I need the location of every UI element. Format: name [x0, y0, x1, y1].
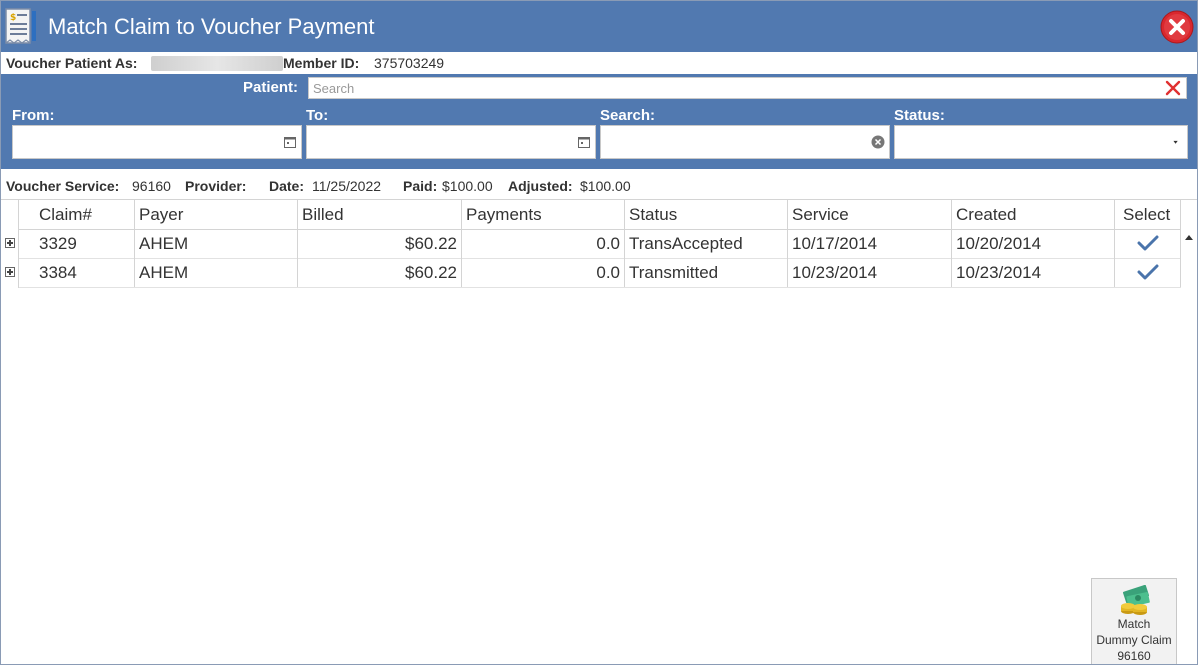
payer-cell: AHEM — [135, 229, 298, 258]
match-button-line2: Dummy Claim — [1096, 633, 1172, 647]
select-cell — [1115, 229, 1181, 258]
claim-cell: 3329 — [19, 229, 135, 258]
table-row[interactable]: 3329 AHEM $60.22 0.0 TransAccepted 10/17… — [19, 229, 1181, 259]
column-header-claim[interactable]: Claim# — [19, 200, 135, 229]
date-value: 11/25/2022 — [312, 178, 382, 194]
close-icon[interactable] — [1160, 10, 1194, 44]
status-label: Status: — [894, 107, 945, 124]
voucher-patient-info: Voucher Patient As: Member ID: 375703249 — [1, 52, 1197, 74]
member-id-label: Member ID: — [283, 55, 360, 71]
match-button-line1: Match — [1117, 617, 1151, 631]
provider-label: Provider: — [185, 178, 247, 194]
adjusted-label: Adjusted: — [508, 178, 573, 194]
redacted-patient-name — [151, 56, 283, 71]
claims-grid: Claim# Payer Billed Payments Status Serv… — [1, 199, 1197, 664]
money-icon — [1121, 585, 1150, 615]
date-label: Date: — [269, 178, 305, 194]
title-bar: $ Match Claim to Voucher Payment — [1, 1, 1197, 52]
receipt-icon: $ — [5, 8, 36, 44]
column-header-billed[interactable]: Billed — [298, 200, 462, 229]
created-cell: 10/23/2014 — [952, 258, 1115, 287]
calendar-icon[interactable] — [577, 135, 591, 149]
match-dummy-claim-button[interactable]: Match Dummy Claim 96160 — [1091, 578, 1177, 664]
payments-cell: 0.0 — [462, 229, 625, 258]
payer-cell: AHEM — [135, 258, 298, 287]
checkmark-icon[interactable] — [1137, 263, 1159, 281]
voucher-service-value: 96160 — [132, 178, 171, 194]
column-header-created[interactable]: Created — [952, 200, 1115, 229]
calendar-icon[interactable] — [283, 135, 297, 149]
status-cell: Transmitted — [625, 258, 788, 287]
to-date-field[interactable] — [306, 125, 596, 159]
search-label: Search: — [600, 107, 656, 124]
clear-x-icon[interactable] — [1164, 79, 1182, 97]
expand-row-icon[interactable] — [5, 267, 15, 277]
table-row[interactable]: 3384 AHEM $60.22 0.0 Transmitted 10/23/2… — [19, 258, 1181, 288]
search-field[interactable] — [600, 125, 890, 159]
window-title: Match Claim to Voucher Payment — [48, 14, 375, 39]
status-cell: TransAccepted — [625, 229, 788, 258]
voucher-patient-label: Voucher Patient As: — [6, 55, 138, 71]
to-label: To: — [306, 107, 329, 124]
billed-cell: $60.22 — [298, 229, 462, 258]
billed-cell: $60.22 — [298, 258, 462, 287]
svg-text:$: $ — [10, 13, 16, 23]
from-date-field[interactable] — [12, 125, 302, 159]
grid-header: Claim# Payer Billed Payments Status Serv… — [19, 200, 1181, 230]
patient-label: Patient: — [243, 79, 299, 96]
column-header-payer[interactable]: Payer — [135, 200, 298, 229]
paid-label: Paid: — [403, 178, 438, 194]
match-button-line3: 96160 — [1117, 649, 1151, 663]
expand-row-icon[interactable] — [5, 238, 15, 248]
dialog-window: $ Match Claim to Voucher Payment Voucher… — [0, 0, 1198, 665]
column-header-status[interactable]: Status — [625, 200, 788, 229]
claim-cell: 3384 — [19, 258, 135, 287]
match-button-label: Match Dummy Claim 96160 — [1092, 616, 1176, 664]
clear-circle-icon[interactable] — [871, 135, 885, 149]
patient-search-field[interactable] — [308, 77, 1187, 99]
column-header-service[interactable]: Service — [788, 200, 952, 229]
column-header-select[interactable]: Select — [1115, 200, 1181, 229]
member-id-value: 375703249 — [374, 55, 445, 71]
status-dropdown[interactable] — [894, 125, 1188, 159]
created-cell: 10/20/2014 — [952, 229, 1115, 258]
from-label: From: — [12, 107, 55, 124]
adjusted-value: $100.00 — [580, 178, 631, 194]
service-cell: 10/23/2014 — [788, 258, 952, 287]
payments-cell: 0.0 — [462, 258, 625, 287]
column-header-payments[interactable]: Payments — [462, 200, 625, 229]
voucher-service-label: Voucher Service: — [6, 178, 120, 194]
voucher-summary: Voucher Service: 96160 Provider: Date: 1… — [1, 175, 1197, 197]
chevron-down-icon[interactable] — [1172, 138, 1182, 148]
patient-search-input[interactable] — [313, 78, 1153, 98]
paid-value: $100.00 — [442, 178, 493, 194]
filter-panel: Patient: From: To: Search: Status: — [1, 74, 1197, 169]
service-cell: 10/17/2014 — [788, 229, 952, 258]
scroll-up-arrow-icon[interactable] — [1183, 231, 1195, 245]
select-cell — [1115, 258, 1181, 287]
checkmark-icon[interactable] — [1137, 234, 1159, 252]
